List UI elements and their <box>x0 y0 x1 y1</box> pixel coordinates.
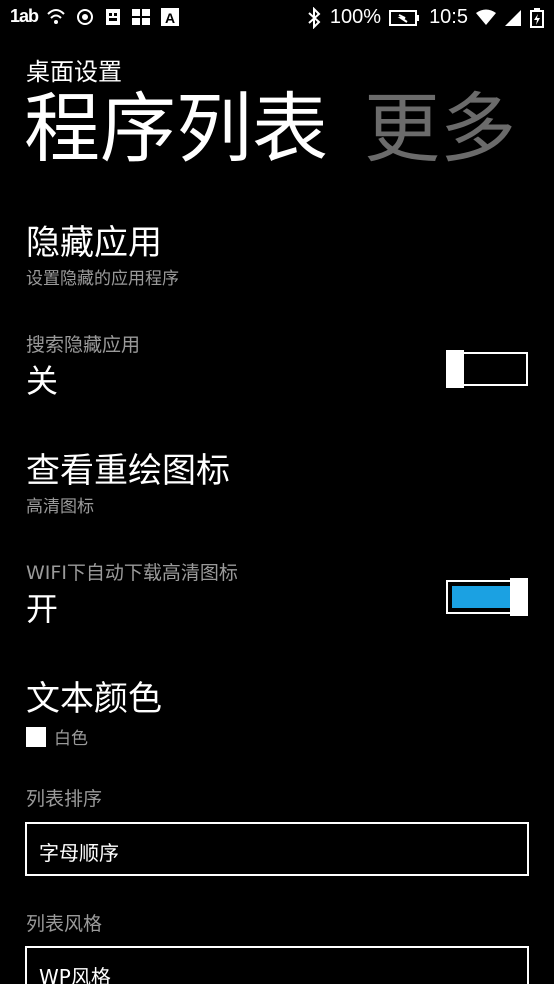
pivot-header: 程序列表 更多 <box>24 84 516 174</box>
toggle-thumb <box>510 578 528 616</box>
toggle-thumb <box>446 350 464 388</box>
color-name: 白色 <box>54 729 88 749</box>
search-hidden-toggle[interactable] <box>446 350 528 388</box>
list-style-select[interactable]: WP风格 <box>25 946 529 984</box>
battery-icon <box>389 9 421 27</box>
battery-percent: 100% <box>329 6 382 28</box>
setting-subtitle: 高清图标 <box>26 497 94 517</box>
charging-icon <box>530 7 544 28</box>
tab-more[interactable]: 更多 <box>364 84 516 174</box>
setting-title: 隐藏应用 <box>26 223 162 263</box>
a-icon: A <box>160 7 180 27</box>
status-right: 100% 10:5 <box>306 6 544 29</box>
setting-redrawn-icons[interactable]: 查看重绘图标 高清图标 <box>26 450 230 517</box>
setting-search-hidden: 搜索隐藏应用 关 <box>26 332 140 402</box>
clock: 10:5 <box>429 6 468 28</box>
setting-wifi-download: WIFI下自动下载高清图标 开 <box>26 560 238 630</box>
toggle-fill <box>452 586 510 608</box>
status-left: 1ab A <box>10 6 180 27</box>
toggle-state-text: 关 <box>26 362 59 400</box>
cell-signal-icon <box>504 9 522 27</box>
setting-title: 文本颜色 <box>26 679 162 719</box>
setting-label: 搜索隐藏应用 <box>26 334 141 356</box>
tab-program-list[interactable]: 程序列表 <box>24 84 328 174</box>
list-sort-label: 列表排序 <box>26 788 103 810</box>
setting-hidden-apps[interactable]: 隐藏应用 设置隐藏的应用程序 <box>26 222 179 289</box>
wifi-signal-icon <box>476 9 496 27</box>
sim-icon <box>104 7 122 27</box>
wifi-download-toggle[interactable] <box>446 578 528 616</box>
signal-text: 1ab <box>10 6 39 26</box>
wifi-icon <box>46 8 66 26</box>
setting-label: WIFI下自动下载高清图标 <box>26 562 238 584</box>
list-style-label: 列表风格 <box>26 913 103 935</box>
select-value: WP风格 <box>39 965 111 984</box>
toggle-state-text: 开 <box>26 590 59 628</box>
status-bar: 1ab A 100% 10:5 <box>0 0 554 36</box>
screen: 1ab A 100% 10:5 桌面设置 程序列表 更多 隐藏应用 设置隐藏的应… <box>0 0 554 984</box>
select-value: 字母顺序 <box>39 841 119 865</box>
nfc-icon <box>74 7 96 27</box>
color-row: 白色 <box>26 724 162 749</box>
list-sort-select[interactable]: 字母顺序 <box>25 822 529 876</box>
color-swatch <box>26 726 46 747</box>
setting-text-color[interactable]: 文本颜色 白色 <box>26 678 162 749</box>
app-title: 桌面设置 <box>26 58 122 86</box>
bluetooth-icon <box>306 6 322 29</box>
svg-text:A: A <box>165 10 175 26</box>
setting-title: 查看重绘图标 <box>26 451 230 491</box>
grid-icon <box>130 7 152 27</box>
setting-subtitle: 设置隐藏的应用程序 <box>26 269 179 289</box>
